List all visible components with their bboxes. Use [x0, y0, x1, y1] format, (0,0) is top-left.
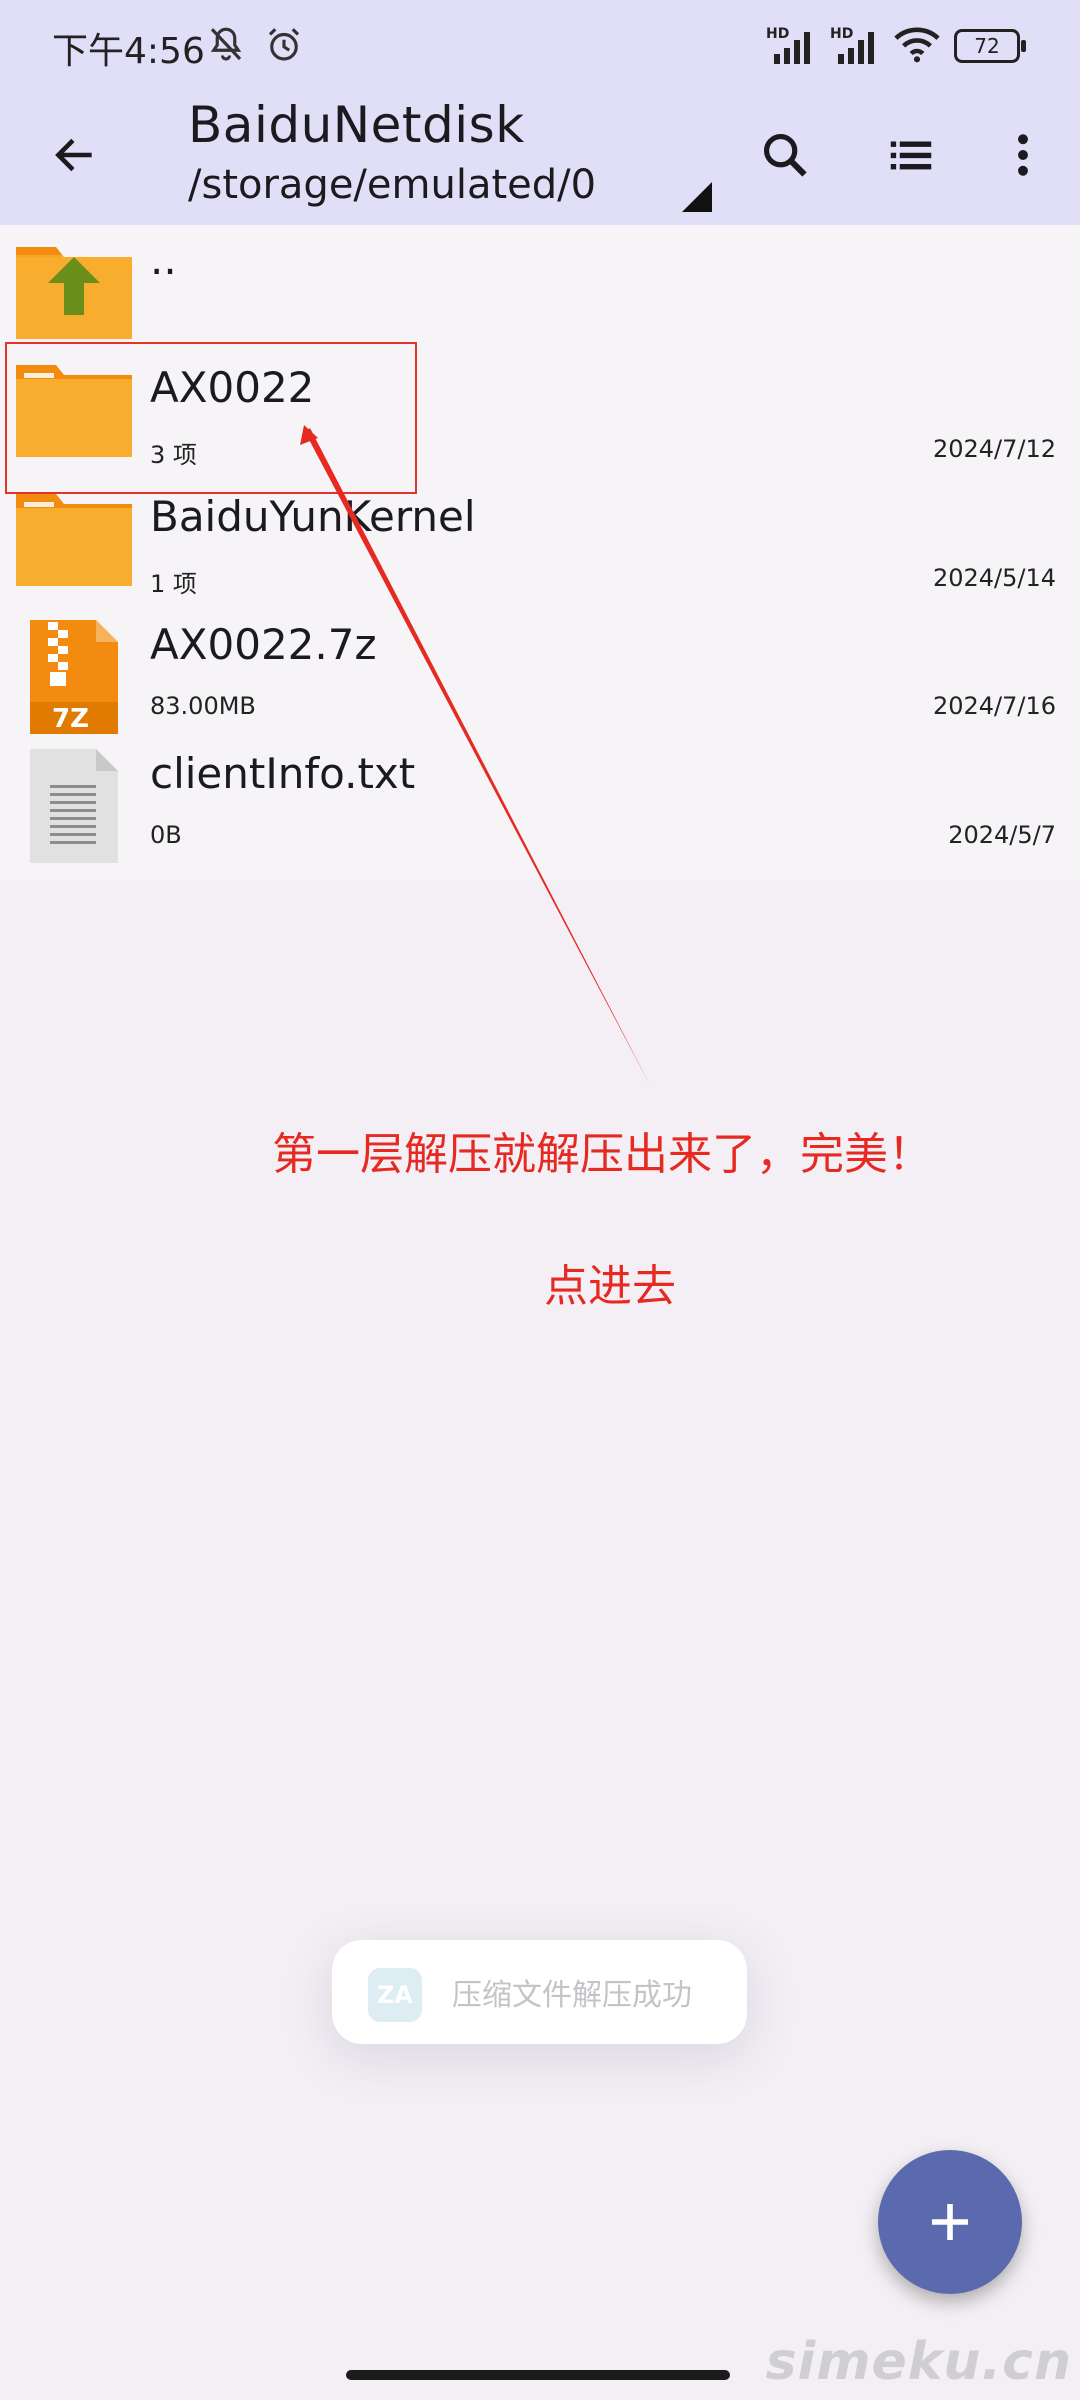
back-button[interactable]	[40, 120, 110, 190]
arrow-left-icon	[55, 138, 92, 172]
signal-icon-2: HD	[830, 26, 880, 66]
list-item-parent[interactable]: ..	[0, 225, 1080, 353]
file-name: clientInfo.txt	[150, 749, 416, 798]
more-vert-icon	[1018, 134, 1028, 176]
file-date: 2024/5/7	[948, 821, 1056, 849]
alarm-icon	[263, 24, 305, 70]
file-name: ..	[150, 235, 177, 284]
wifi-icon	[894, 24, 940, 68]
file-name: BaiduYunKernel	[150, 492, 476, 541]
toast-message: ZA 压缩文件解压成功	[332, 1940, 747, 2044]
file-meta: 1 项	[150, 570, 197, 598]
list-view-icon	[890, 141, 932, 170]
current-path[interactable]: /storage/emulated/0	[188, 162, 596, 208]
folder-icon	[14, 490, 134, 602]
file-meta: 0B	[150, 821, 182, 849]
plus-icon	[932, 2204, 968, 2240]
file-meta: 3 项	[150, 441, 197, 469]
app-bar: BaiduNetdisk /storage/emulated/0	[0, 90, 1080, 225]
text-file-icon	[14, 747, 134, 863]
file-date: 2024/7/16	[932, 692, 1056, 720]
signal-icon: HD	[766, 26, 816, 66]
more-options-button[interactable]	[988, 120, 1058, 190]
page-title: BaiduNetdisk	[188, 96, 525, 154]
status-time: 下午4:56	[52, 31, 205, 72]
file-list: .. AX0022 3 项 2024/7/12 BaiduYunKernel 1…	[0, 225, 1080, 880]
file-meta: 83.00MB	[150, 692, 256, 720]
archive-7z-icon: 7Z	[14, 618, 134, 734]
watermark: simeku.cn	[765, 2332, 1072, 2392]
list-item-ax0022[interactable]: AX0022 3 项 2024/7/12	[0, 353, 1080, 481]
folder-icon	[14, 361, 134, 473]
list-item-clientinfo-txt[interactable]: clientInfo.txt 0B 2024/5/7	[0, 739, 1080, 867]
file-name: AX0022.7z	[150, 620, 377, 669]
list-item-baiduyunkernel[interactable]: BaiduYunKernel 1 项 2024/5/14	[0, 482, 1080, 610]
search-button[interactable]	[750, 120, 820, 190]
path-dropdown-icon[interactable]	[682, 182, 712, 212]
list-view-button[interactable]	[876, 120, 946, 190]
status-bar: 下午4:56 HD HD 72	[0, 0, 1080, 90]
home-indicator[interactable]	[346, 2370, 730, 2380]
search-icon	[763, 133, 807, 177]
annotation-text: 第一层解压就解压出来了，完美！	[272, 1129, 932, 1180]
file-date: 2024/5/14	[932, 564, 1056, 592]
archive-7z-label: 7Z	[52, 704, 89, 734]
annotation-text-2: 点进去	[544, 1261, 676, 1312]
folder-up-icon	[14, 233, 134, 345]
battery-indicator: 72	[954, 29, 1026, 63]
app-logo-icon: ZA	[368, 1968, 422, 2022]
bell-off-icon	[205, 24, 247, 70]
file-name: AX0022	[150, 363, 315, 412]
toast-text: 压缩文件解压成功	[452, 1978, 692, 2013]
add-button[interactable]	[878, 2150, 1022, 2294]
list-item-ax0022-7z[interactable]: 7Z AX0022.7z 83.00MB 2024/7/16	[0, 610, 1080, 738]
file-date: 2024/7/12	[932, 435, 1056, 463]
